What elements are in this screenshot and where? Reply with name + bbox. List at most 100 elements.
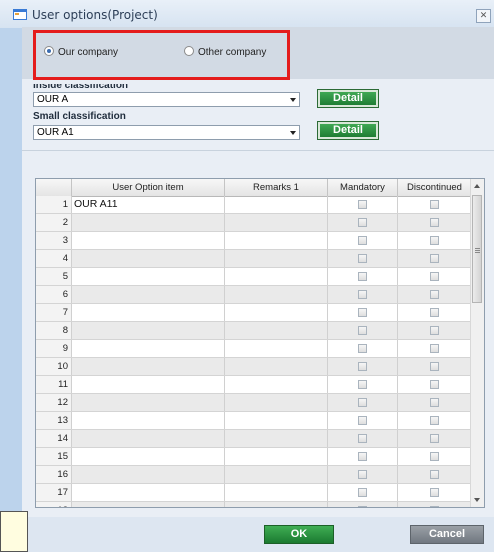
user-option-item-cell[interactable] [72, 286, 225, 303]
table-row[interactable]: 14 [36, 430, 472, 448]
discontinued-checkbox[interactable] [430, 326, 439, 335]
user-option-item-cell[interactable] [72, 466, 225, 483]
mandatory-checkbox[interactable] [358, 326, 367, 335]
table-row[interactable]: 8 [36, 322, 472, 340]
mandatory-checkbox[interactable] [358, 362, 367, 371]
mandatory-checkbox[interactable] [358, 416, 367, 425]
mandatory-checkbox[interactable] [358, 470, 367, 479]
discontinued-checkbox[interactable] [430, 254, 439, 263]
discontinued-checkbox[interactable] [430, 272, 439, 281]
mandatory-checkbox[interactable] [358, 488, 367, 497]
discontinued-checkbox[interactable] [430, 362, 439, 371]
user-option-item-cell[interactable] [72, 214, 225, 231]
table-row[interactable]: 17 [36, 484, 472, 502]
remarks-cell[interactable] [225, 214, 328, 231]
col-header-remarks[interactable]: Remarks 1 [225, 179, 328, 196]
user-option-item-cell[interactable]: OUR A11 [72, 196, 225, 213]
remarks-cell[interactable] [225, 448, 328, 465]
mandatory-checkbox[interactable] [358, 308, 367, 317]
user-option-item-cell[interactable] [72, 304, 225, 321]
mandatory-checkbox[interactable] [358, 398, 367, 407]
table-row[interactable]: 16 [36, 466, 472, 484]
ok-button[interactable]: OK [264, 525, 334, 544]
table-row[interactable]: 18 [36, 502, 472, 507]
remarks-cell[interactable] [225, 484, 328, 501]
small-detail-button[interactable]: Detail [317, 121, 379, 140]
table-row[interactable]: 13 [36, 412, 472, 430]
remarks-cell[interactable] [225, 232, 328, 249]
scroll-down-icon[interactable] [474, 498, 480, 502]
remarks-cell[interactable] [225, 412, 328, 429]
table-row[interactable]: 1 OUR A11 [36, 196, 472, 214]
remarks-cell[interactable] [225, 502, 328, 507]
inside-classification-select[interactable]: OUR A [33, 92, 300, 107]
grid-scrollbar[interactable] [470, 179, 484, 507]
col-header-mandatory[interactable]: Mandatory [328, 179, 398, 196]
col-header-discontinued[interactable]: Discontinued [398, 179, 472, 196]
user-option-item-cell[interactable] [72, 340, 225, 357]
mandatory-checkbox[interactable] [358, 344, 367, 353]
remarks-cell[interactable] [225, 376, 328, 393]
table-row[interactable]: 11 [36, 376, 472, 394]
remarks-cell[interactable] [225, 268, 328, 285]
discontinued-checkbox[interactable] [430, 380, 439, 389]
discontinued-checkbox[interactable] [430, 200, 439, 209]
discontinued-checkbox[interactable] [430, 398, 439, 407]
user-option-item-cell[interactable] [72, 448, 225, 465]
discontinued-checkbox[interactable] [430, 218, 439, 227]
table-row[interactable]: 6 [36, 286, 472, 304]
user-option-item-cell[interactable] [72, 232, 225, 249]
discontinued-checkbox[interactable] [430, 308, 439, 317]
mandatory-checkbox[interactable] [358, 452, 367, 461]
user-option-item-cell[interactable] [72, 322, 225, 339]
table-row[interactable]: 2 [36, 214, 472, 232]
mandatory-checkbox[interactable] [358, 290, 367, 299]
remarks-cell[interactable] [225, 322, 328, 339]
discontinued-checkbox[interactable] [430, 506, 439, 507]
scroll-thumb[interactable] [472, 195, 482, 303]
user-option-item-cell[interactable] [72, 484, 225, 501]
discontinued-checkbox[interactable] [430, 488, 439, 497]
mandatory-checkbox[interactable] [358, 380, 367, 389]
discontinued-checkbox[interactable] [430, 452, 439, 461]
user-option-item-cell[interactable] [72, 502, 225, 507]
mandatory-checkbox[interactable] [358, 200, 367, 209]
discontinued-checkbox[interactable] [430, 416, 439, 425]
mandatory-checkbox[interactable] [358, 218, 367, 227]
table-row[interactable]: 5 [36, 268, 472, 286]
user-option-item-cell[interactable] [72, 430, 225, 447]
table-row[interactable]: 12 [36, 394, 472, 412]
table-row[interactable]: 7 [36, 304, 472, 322]
remarks-cell[interactable] [225, 430, 328, 447]
discontinued-checkbox[interactable] [430, 344, 439, 353]
remarks-cell[interactable] [225, 466, 328, 483]
table-row[interactable]: 4 [36, 250, 472, 268]
small-classification-select[interactable]: OUR A1 [33, 125, 300, 140]
user-option-item-cell[interactable] [72, 358, 225, 375]
remarks-cell[interactable] [225, 358, 328, 375]
user-option-item-cell[interactable] [72, 250, 225, 267]
cancel-button[interactable]: Cancel [410, 525, 484, 544]
table-row[interactable]: 9 [36, 340, 472, 358]
discontinued-checkbox[interactable] [430, 290, 439, 299]
title-bar[interactable]: User options(Project) ✕ [0, 0, 494, 28]
table-row[interactable]: 3 [36, 232, 472, 250]
user-option-item-cell[interactable] [72, 412, 225, 429]
user-option-grid[interactable]: User Option item Remarks 1 Mandatory Dis… [35, 178, 485, 508]
remarks-cell[interactable] [225, 250, 328, 267]
discontinued-checkbox[interactable] [430, 470, 439, 479]
user-option-item-cell[interactable] [72, 394, 225, 411]
mandatory-checkbox[interactable] [358, 434, 367, 443]
remarks-cell[interactable] [225, 304, 328, 321]
remarks-cell[interactable] [225, 340, 328, 357]
scroll-up-icon[interactable] [474, 184, 480, 188]
remarks-cell[interactable] [225, 196, 328, 213]
table-row[interactable]: 10 [36, 358, 472, 376]
mandatory-checkbox[interactable] [358, 506, 367, 507]
col-header-user-option-item[interactable]: User Option item [72, 179, 225, 196]
discontinued-checkbox[interactable] [430, 236, 439, 245]
user-option-item-cell[interactable] [72, 268, 225, 285]
user-option-item-cell[interactable] [72, 376, 225, 393]
inside-detail-button[interactable]: Detail [317, 89, 379, 108]
close-button[interactable]: ✕ [476, 9, 491, 23]
